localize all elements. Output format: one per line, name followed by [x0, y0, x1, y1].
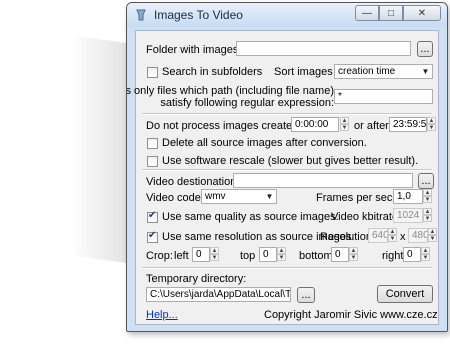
- minimize-icon: —: [362, 7, 372, 19]
- app-window: Images To Video — □ ✕ Folder with images…: [126, 2, 448, 332]
- crop-top-spinner[interactable]: ▲ ▼: [277, 247, 286, 262]
- separator: [142, 169, 432, 171]
- search-subfolders-checkbox[interactable]: [147, 67, 158, 78]
- crop-right-label: right: [382, 250, 404, 262]
- dialog-body: Folder with images (jpg): ... Search in …: [127, 30, 439, 325]
- separator: [142, 113, 432, 115]
- crop-right-spinner[interactable]: ▲ ▼: [421, 247, 430, 262]
- delete-source-label: Delete all source images after conversio…: [162, 137, 367, 149]
- same-resolution-checkbox[interactable]: [147, 230, 158, 243]
- close-button[interactable]: ✕: [403, 5, 441, 21]
- before-time-input[interactable]: 0:00:00: [291, 117, 339, 132]
- copyright-text: Copyright Jaromir Sivic www.cze.cz: [264, 309, 438, 321]
- kbitrate-spinner[interactable]: ▲ ▼: [423, 208, 432, 223]
- crop-right-input[interactable]: 0: [403, 247, 421, 262]
- destination-input[interactable]: [233, 173, 413, 188]
- spin-down-icon[interactable]: ▼: [349, 254, 358, 261]
- spin-down-icon[interactable]: ▼: [423, 196, 432, 203]
- software-rescale-label: Use software rescale (slower but gives b…: [162, 155, 419, 167]
- temp-input[interactable]: C:\Users\jarda\AppData\Local\Temp\: [146, 287, 291, 302]
- temp-browse-button[interactable]: ...: [297, 287, 315, 303]
- folder-browse-button[interactable]: ...: [417, 41, 433, 57]
- crop-left-label: left: [174, 250, 189, 262]
- software-rescale-checkbox[interactable]: [147, 156, 158, 167]
- minimize-button[interactable]: —: [355, 5, 379, 21]
- codec-value: wmv: [205, 191, 226, 202]
- film-icon: [136, 9, 146, 21]
- spin-down-icon[interactable]: ▼: [210, 254, 219, 261]
- convert-button[interactable]: Convert: [377, 285, 433, 303]
- spin-up-icon[interactable]: ▲: [210, 247, 219, 254]
- spin-down-icon[interactable]: ▼: [421, 254, 430, 261]
- resolution-width-input[interactable]: 640: [368, 228, 388, 243]
- chevron-down-icon: ▼: [421, 67, 430, 76]
- crop-left-spinner[interactable]: ▲ ▼: [210, 247, 219, 262]
- regex-input[interactable]: *: [334, 89, 433, 104]
- spin-up-icon[interactable]: ▲: [388, 228, 397, 235]
- spin-up-icon[interactable]: ▲: [340, 117, 349, 124]
- crop-bottom-label: bottom: [299, 250, 333, 262]
- codec-select[interactable]: wmv ▼: [201, 189, 277, 204]
- spin-down-icon[interactable]: ▼: [340, 124, 349, 131]
- regex-label-line2: satisfy following regular expression:: [160, 97, 334, 109]
- spin-up-icon[interactable]: ▲: [421, 247, 430, 254]
- crop-top-label: top: [240, 250, 256, 262]
- crop-top-input[interactable]: 0: [259, 247, 277, 262]
- folder-input[interactable]: [236, 41, 411, 56]
- spin-down-icon[interactable]: ▼: [388, 235, 397, 242]
- spin-up-icon[interactable]: ▲: [423, 208, 432, 215]
- same-quality-checkbox[interactable]: [147, 210, 158, 223]
- sort-select[interactable]: creation time ▼: [334, 64, 433, 79]
- spin-down-icon[interactable]: ▼: [428, 235, 437, 242]
- separator: [142, 267, 432, 269]
- spin-down-icon[interactable]: ▼: [427, 124, 436, 131]
- after-label: or after: [354, 120, 389, 132]
- regex-label-line1: Process only files which path (including…: [126, 85, 334, 97]
- sort-value: creation time: [338, 66, 396, 77]
- kbitrate-input[interactable]: 1024: [393, 208, 423, 223]
- codec-label: Video codec:: [146, 192, 210, 204]
- spin-up-icon[interactable]: ▲: [423, 189, 432, 196]
- before-time-spinner[interactable]: ▲ ▼: [340, 117, 349, 132]
- fps-spinner[interactable]: ▲ ▼: [423, 189, 432, 204]
- resolution-x-label: x: [400, 231, 406, 243]
- resolution-height-input[interactable]: 480: [408, 228, 428, 243]
- destination-label: Video destionation:: [146, 176, 240, 188]
- caption-buttons: — □ ✕: [355, 5, 441, 21]
- crop-label: Crop:: [146, 250, 173, 262]
- spin-up-icon[interactable]: ▲: [427, 117, 436, 124]
- window-title: Images To Video: [154, 8, 243, 22]
- spin-down-icon[interactable]: ▼: [277, 254, 286, 261]
- after-time-spinner[interactable]: ▲ ▼: [427, 117, 436, 132]
- chevron-down-icon: ▼: [265, 192, 274, 201]
- help-link[interactable]: Help...: [146, 309, 178, 321]
- destination-browse-button[interactable]: ...: [418, 173, 434, 189]
- spin-down-icon[interactable]: ▼: [423, 215, 432, 222]
- delete-source-checkbox[interactable]: [147, 138, 158, 149]
- crop-left-input[interactable]: 0: [192, 247, 210, 262]
- resolution-label: Resolution:: [320, 231, 376, 243]
- kbitrate-label: Video kbitrate:: [331, 211, 402, 223]
- close-icon: ✕: [417, 7, 427, 19]
- temp-label: Temporary directory:: [146, 273, 247, 285]
- crop-bottom-spinner[interactable]: ▲ ▼: [349, 247, 358, 262]
- fps-input[interactable]: 1,0: [393, 189, 423, 204]
- search-subfolders-label: Search in subfolders: [162, 66, 263, 78]
- title-bar[interactable]: Images To Video — □ ✕: [127, 3, 447, 27]
- spin-up-icon[interactable]: ▲: [277, 247, 286, 254]
- resolution-width-spinner[interactable]: ▲ ▼: [388, 228, 397, 243]
- resolution-height-spinner[interactable]: ▲ ▼: [428, 228, 437, 243]
- after-time-input[interactable]: 23:59:59: [389, 117, 427, 132]
- maximize-icon: □: [387, 7, 395, 19]
- spin-up-icon[interactable]: ▲: [349, 247, 358, 254]
- spin-up-icon[interactable]: ▲: [428, 228, 437, 235]
- maximize-button[interactable]: □: [379, 5, 403, 21]
- same-quality-label: Use same quality as source images.: [162, 211, 339, 223]
- crop-bottom-input[interactable]: 0: [331, 247, 349, 262]
